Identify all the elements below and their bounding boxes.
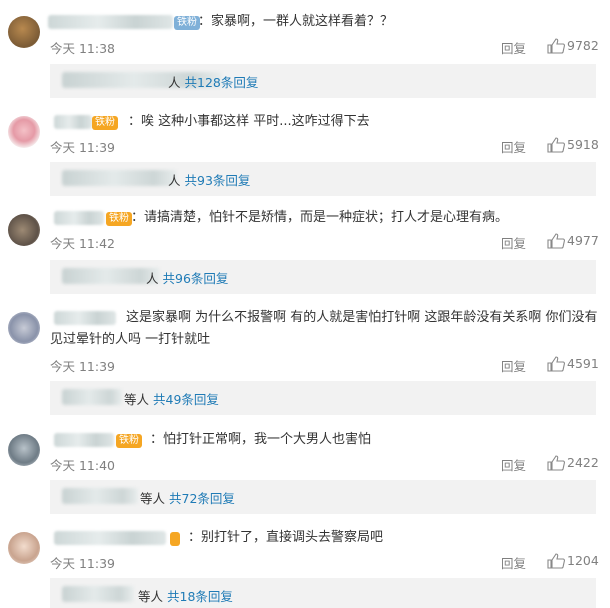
- fans-badge: 铁粉: [106, 212, 132, 226]
- thumbs-up-icon[interactable]: [546, 356, 568, 372]
- username-blurred[interactable]: [54, 531, 166, 545]
- comment-text: ：别打针了，直接调头去警察局吧: [188, 530, 384, 545]
- thumbs-up-icon[interactable]: [546, 233, 568, 249]
- fans-badge: 铁粉: [116, 434, 142, 448]
- comment-text: ：怕打针正常啊，我一个大男人也害怕: [150, 432, 372, 447]
- comment-time: 今天 11:39: [50, 140, 115, 155]
- sub-reply-names-blurred: [62, 586, 134, 602]
- username-blurred[interactable]: [54, 433, 114, 447]
- comment-item: 铁粉 ：唉 这种小事都这样 平时...这咋过得下去 今天 11:39 回复 59…: [0, 105, 610, 203]
- reply-button[interactable]: 回复: [501, 233, 526, 252]
- comment-text: ：唉 这种小事都这样 平时...这咋过得下去: [128, 114, 370, 129]
- comment-item: ：别打针了，直接调头去警察局吧 今天 11:39 回复 1204 等人 共18条…: [0, 520, 610, 608]
- sub-reply-names-blurred: [62, 170, 177, 186]
- sub-reply-count-link[interactable]: 共49条回复: [153, 392, 219, 407]
- sub-replies-box[interactable]: 人 共128条回复: [50, 64, 596, 98]
- thumbs-up-icon[interactable]: [546, 553, 568, 569]
- username-blurred[interactable]: [48, 15, 173, 29]
- avatar[interactable]: [8, 116, 40, 148]
- thumbs-up-icon[interactable]: [546, 455, 568, 471]
- fans-badge: [170, 532, 180, 546]
- comment-item: 铁粉 ：怕打针正常啊，我一个大男人也害怕 今天 11:40 回复 2422 等人…: [0, 422, 610, 520]
- thumbs-up-icon[interactable]: [546, 38, 568, 54]
- reply-button[interactable]: 回复: [501, 356, 526, 375]
- sub-reply-count-link[interactable]: 共93条回复: [185, 173, 251, 188]
- sub-reply-count-link[interactable]: 共18条回复: [167, 589, 233, 604]
- sub-reply-names-blurred: [62, 389, 122, 405]
- comment-time: 今天 11:38: [50, 41, 115, 56]
- sub-replies-box[interactable]: 等人 共18条回复: [50, 578, 596, 608]
- sub-replies-box[interactable]: 人 共93条回复: [50, 162, 596, 196]
- like-count: 4591: [567, 356, 599, 371]
- comment-item: 这是家暴啊 为什么不报警啊 有的人就是害怕打针啊 这跟年龄没有关系啊 你们没有见…: [0, 301, 610, 422]
- like-count: 2422: [567, 455, 599, 470]
- reply-button[interactable]: 回复: [501, 553, 526, 572]
- sub-reply-prefix: 等人: [140, 491, 166, 506]
- avatar[interactable]: [8, 16, 40, 48]
- avatar[interactable]: [8, 214, 40, 246]
- thumbs-up-icon[interactable]: [546, 137, 568, 153]
- sub-replies-box[interactable]: 等人 共72条回复: [50, 480, 596, 514]
- reply-button[interactable]: 回复: [501, 38, 526, 57]
- reply-button[interactable]: 回复: [501, 137, 526, 156]
- sub-reply-prefix: 等人: [124, 392, 150, 407]
- avatar[interactable]: [8, 312, 40, 344]
- sub-reply-prefix: 人: [168, 75, 181, 90]
- avatar[interactable]: [8, 434, 40, 466]
- comment-time: 今天 11:39: [50, 359, 115, 374]
- sub-reply-count-link[interactable]: 共96条回复: [163, 271, 229, 286]
- sub-replies-box[interactable]: 人 共96条回复: [50, 260, 596, 294]
- username-blurred[interactable]: [54, 211, 104, 225]
- like-count: 4977: [567, 233, 599, 248]
- comment-item: 铁粉 ：家暴啊，一群人就这样看着？？ 今天 11:38 回复 9782 人 共1…: [0, 0, 610, 105]
- reply-button[interactable]: 回复: [501, 455, 526, 474]
- comment-time: 今天 11:39: [50, 556, 115, 571]
- avatar[interactable]: [8, 532, 40, 564]
- comment-time: 今天 11:40: [50, 458, 115, 473]
- comment-item: 铁粉 ：请搞清楚，怕针不是矫情，而是一种症状；打人才是心理有病。 今天 11:4…: [0, 203, 610, 301]
- comment-text: ：请搞清楚，怕针不是矫情，而是一种症状；打人才是心理有病。: [131, 210, 509, 225]
- username-blurred[interactable]: [54, 115, 92, 129]
- sub-reply-prefix: 等人: [138, 589, 164, 604]
- comment-text: ：家暴啊，一群人就这样看着？？: [198, 14, 394, 29]
- like-count: 5918: [567, 137, 599, 152]
- fans-badge: 铁粉: [92, 116, 118, 130]
- like-count: 1204: [567, 553, 599, 568]
- comment-time: 今天 11:42: [50, 236, 115, 251]
- sub-reply-prefix: 人: [168, 173, 181, 188]
- sub-reply-names-blurred: [62, 488, 138, 504]
- sub-reply-prefix: 人: [146, 271, 159, 286]
- sub-reply-count-link[interactable]: 共128条回复: [185, 75, 259, 90]
- fans-badge: 铁粉: [174, 16, 200, 30]
- like-count: 9782: [567, 38, 599, 53]
- sub-replies-box[interactable]: 等人 共49条回复: [50, 381, 596, 415]
- sub-reply-count-link[interactable]: 共72条回复: [169, 491, 235, 506]
- comment-text: 这是家暴啊 为什么不报警啊 有的人就是害怕打针啊 这跟年龄没有关系啊 你们没有见…: [50, 310, 598, 347]
